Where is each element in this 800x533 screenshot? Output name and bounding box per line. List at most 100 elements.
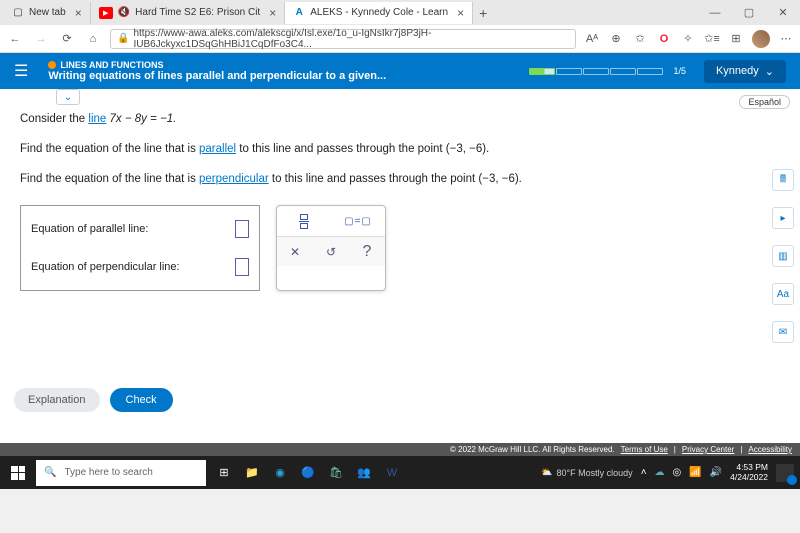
- line-link[interactable]: line: [88, 113, 106, 125]
- extensions-icon[interactable]: ✧: [680, 31, 696, 47]
- undo-tool[interactable]: ↺: [313, 237, 349, 266]
- user-name: Kynnedy: [716, 65, 759, 77]
- answer-box: Equation of parallel line: Equation of p…: [20, 205, 260, 291]
- equation-tool[interactable]: ▢=▢: [331, 206, 385, 236]
- windows-taskbar: 🔍 Type here to search ⊞ 📁 ◉ 🔵 🛍 👥 W ⛅ 80…: [0, 456, 800, 489]
- parallel-input[interactable]: [235, 220, 249, 238]
- tab-aleks[interactable]: A ALEKS - Kynnedy Cole - Learn ×: [285, 2, 473, 24]
- home-button[interactable]: ⌂: [84, 30, 102, 48]
- url-text: https://www-awa.aleks.com/alekscgi/x/Isl…: [133, 28, 569, 50]
- search-placeholder: Type here to search: [64, 467, 152, 478]
- footer-buttons: Explanation Check: [14, 388, 173, 412]
- tab-label: New tab: [29, 7, 66, 18]
- menu-button[interactable]: ☰: [14, 61, 28, 81]
- message-button[interactable]: ✉: [772, 321, 794, 343]
- file-explorer-icon[interactable]: 📁: [240, 461, 264, 485]
- zoom-icon[interactable]: ⊕: [608, 31, 624, 47]
- youtube-icon: ▶: [99, 7, 113, 19]
- problem-statement: Consider the line 7x − 8y = −1. Find the…: [0, 89, 800, 187]
- system-tray: ⛅ 80°F Mostly cloudy ˄ ☁ ◎ 📶 🔊 4:53 PM 4…: [541, 463, 800, 482]
- privacy-link[interactable]: Privacy Center: [682, 445, 734, 454]
- content-area: ⌄ Español Consider the line 7x − 8y = −1…: [0, 89, 800, 489]
- close-icon[interactable]: ×: [75, 6, 82, 20]
- tray-chevron-icon[interactable]: ˄: [641, 467, 647, 478]
- aleks-icon: A: [293, 7, 305, 19]
- browser-tab-bar: ▢ New tab × ▶ 🔇 Hard Time S2 E6: Prison …: [0, 0, 800, 25]
- weather-text: 80°F Mostly cloudy: [557, 468, 633, 478]
- topic-title: Writing equations of lines parallel and …: [48, 70, 529, 82]
- start-button[interactable]: [0, 456, 36, 489]
- task-icons: ⊞ 📁 ◉ 🔵 🛍 👥 W: [212, 461, 404, 485]
- perpendicular-answer-row: Equation of perpendicular line:: [31, 258, 249, 276]
- perpendicular-label: Equation of perpendicular line:: [31, 261, 180, 273]
- problem-line-2: Find the equation of the line that is pa…: [20, 141, 780, 157]
- terms-link[interactable]: Terms of Use: [621, 445, 668, 454]
- favorite-icon[interactable]: ✩: [632, 31, 648, 47]
- task-view-icon[interactable]: ⊞: [212, 461, 236, 485]
- close-icon[interactable]: ×: [269, 6, 276, 20]
- reader-icon[interactable]: Aᴬ: [584, 31, 600, 47]
- new-tab-button[interactable]: +: [473, 5, 493, 21]
- app-icon-1[interactable]: 🔵: [296, 461, 320, 485]
- aleks-header: ☰ LINES AND FUNCTIONS Writing equations …: [0, 53, 800, 89]
- user-menu[interactable]: Kynnedy ⌄: [704, 60, 786, 83]
- topic-category: LINES AND FUNCTIONS: [48, 60, 529, 70]
- mute-icon[interactable]: 🔇: [118, 7, 130, 18]
- progress-bar: [529, 68, 663, 75]
- clock[interactable]: 4:53 PM 4/24/2022: [730, 463, 768, 482]
- opera-icon[interactable]: O: [656, 31, 672, 47]
- parallel-link[interactable]: parallel: [199, 143, 236, 155]
- calculator-button[interactable]: 🖩: [772, 169, 794, 191]
- maximize-button[interactable]: ▢: [732, 0, 766, 25]
- close-window-button[interactable]: ✕: [766, 0, 800, 25]
- teams-icon[interactable]: 👥: [352, 461, 376, 485]
- tab-youtube[interactable]: ▶ 🔇 Hard Time S2 E6: Prison Cit ×: [91, 2, 286, 24]
- more-icon[interactable]: ⋯: [778, 31, 794, 47]
- accessibility-link[interactable]: Accessibility: [748, 445, 792, 454]
- ebook-button[interactable]: ▥: [772, 245, 794, 267]
- expand-button[interactable]: ⌄: [56, 89, 80, 105]
- notifications-icon[interactable]: [776, 464, 794, 482]
- profile-avatar[interactable]: [752, 30, 770, 48]
- close-icon[interactable]: ×: [457, 6, 464, 20]
- window-controls: — ▢ ✕: [698, 0, 800, 25]
- text-size-button[interactable]: Aa: [772, 283, 794, 305]
- page-icon: ▢: [12, 7, 24, 19]
- copyright-bar: © 2022 McGraw Hill LLC. All Rights Reser…: [0, 443, 800, 456]
- answer-area: Equation of parallel line: Equation of p…: [0, 205, 800, 291]
- clear-tool[interactable]: ✕: [277, 237, 313, 266]
- favorites-list-icon[interactable]: ✩≡: [704, 31, 720, 47]
- url-input[interactable]: 🔒 https://www-awa.aleks.com/alekscgi/x/I…: [110, 29, 576, 49]
- refresh-button[interactable]: ⟳: [58, 30, 76, 48]
- volume-icon[interactable]: 🔊: [710, 467, 722, 478]
- copyright-text: © 2022 McGraw Hill LLC. All Rights Reser…: [450, 445, 615, 454]
- fraction-tool[interactable]: [277, 206, 331, 236]
- perpendicular-input[interactable]: [235, 258, 249, 276]
- wifi-icon[interactable]: 📶: [689, 467, 701, 478]
- weather-widget[interactable]: ⛅ 80°F Mostly cloudy: [541, 467, 632, 478]
- chevron-down-icon: ⌄: [765, 65, 774, 78]
- perpendicular-link[interactable]: perpendicular: [199, 173, 269, 185]
- address-bar: ← → ⟳ ⌂ 🔒 https://www-awa.aleks.com/alek…: [0, 25, 800, 53]
- word-icon[interactable]: W: [380, 461, 404, 485]
- edge-icon[interactable]: ◉: [268, 461, 292, 485]
- check-button[interactable]: Check: [110, 388, 173, 412]
- back-button[interactable]: ←: [6, 30, 24, 48]
- topic-block: LINES AND FUNCTIONS Writing equations of…: [48, 60, 529, 82]
- location-icon[interactable]: ◎: [673, 467, 682, 478]
- problem-line-3: Find the equation of the line that is pe…: [20, 171, 780, 187]
- store-icon[interactable]: 🛍: [324, 461, 348, 485]
- minimize-button[interactable]: —: [698, 0, 732, 25]
- parallel-label: Equation of parallel line:: [31, 223, 148, 235]
- parallel-answer-row: Equation of parallel line:: [31, 220, 249, 238]
- language-button[interactable]: Español: [739, 95, 790, 109]
- forward-button[interactable]: →: [32, 30, 50, 48]
- video-button[interactable]: ▸: [772, 207, 794, 229]
- taskbar-search[interactable]: 🔍 Type here to search: [36, 460, 206, 486]
- help-tool[interactable]: ?: [349, 237, 385, 266]
- tab-label: ALEKS - Kynnedy Cole - Learn: [310, 7, 448, 18]
- explanation-button[interactable]: Explanation: [14, 388, 100, 412]
- collections-icon[interactable]: ⊞: [728, 31, 744, 47]
- tab-new[interactable]: ▢ New tab ×: [4, 2, 91, 24]
- onedrive-icon[interactable]: ☁: [655, 467, 665, 478]
